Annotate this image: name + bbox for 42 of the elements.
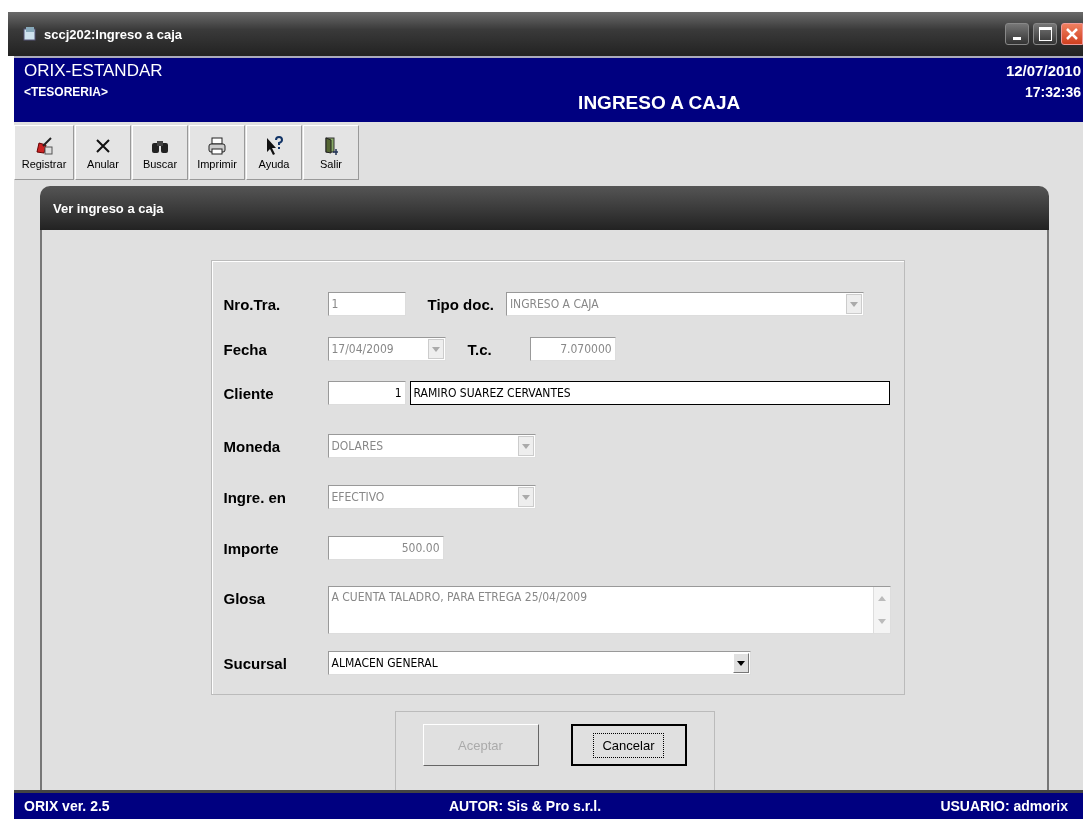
close-button[interactable] [1061,23,1083,45]
text-field[interactable]: RAMIRO SUAREZ CERVANTES [409,381,890,405]
version-text: ORIX ver. 2.5 [24,798,110,814]
field-label: T.c. [467,340,492,358]
toolbar-button[interactable]: Registrar [14,125,74,180]
author-text: AUTOR: Sis & Pro s.r.l. [448,798,602,814]
text-field[interactable]: 1 [327,381,406,405]
toolbar-button[interactable]: Salir [303,125,359,180]
field-label: Nro.Tra. [223,295,282,313]
panel-title: Ver ingreso a caja [53,200,164,216]
field-label: Cliente [223,384,275,402]
minimize-icon [1013,36,1021,40]
field-label: Tipo doc. [427,295,494,313]
module-name: <TESORERIA> [24,85,110,99]
app-icon [22,26,38,42]
cancel-button[interactable]: Cancelar [570,724,687,766]
date-text: 12/07/2010 [1005,61,1081,81]
toolbar-button[interactable]: Buscar [132,125,188,180]
toolbar-button[interactable]: Anular [75,125,131,180]
minimize-button[interactable] [1005,23,1029,45]
screen-title: INGRESO A CAJA [577,92,742,115]
field-label: Glosa [223,590,267,607]
maximize-icon [1038,27,1052,41]
toolbar-button[interactable]: Ayuda [246,125,302,180]
company-name: ORIX-ESTANDAR [24,60,163,82]
field-label: Fecha [223,340,268,358]
dropdown-field[interactable]: ALMACEN GENERAL [327,651,751,675]
window-title: sccj202:Ingreso a caja [44,26,184,42]
scroll-up-icon [877,596,886,601]
toolbar-button[interactable]: Imprimir [189,125,245,180]
field-label: Sucursal [223,654,288,672]
register-icon [34,135,54,156]
time-text: 17:32:36 [1024,84,1081,100]
scroll-down-icon [877,619,886,624]
maximize-button[interactable] [1033,23,1057,45]
field-label: Ingre. en [223,488,287,506]
close-icon [1065,27,1079,41]
field-label: Moneda [223,437,282,455]
printer-icon [207,135,227,156]
field-label: Importe [223,539,280,557]
help-icon [264,135,284,156]
user-text: USUARIO: admorix [940,798,1068,814]
